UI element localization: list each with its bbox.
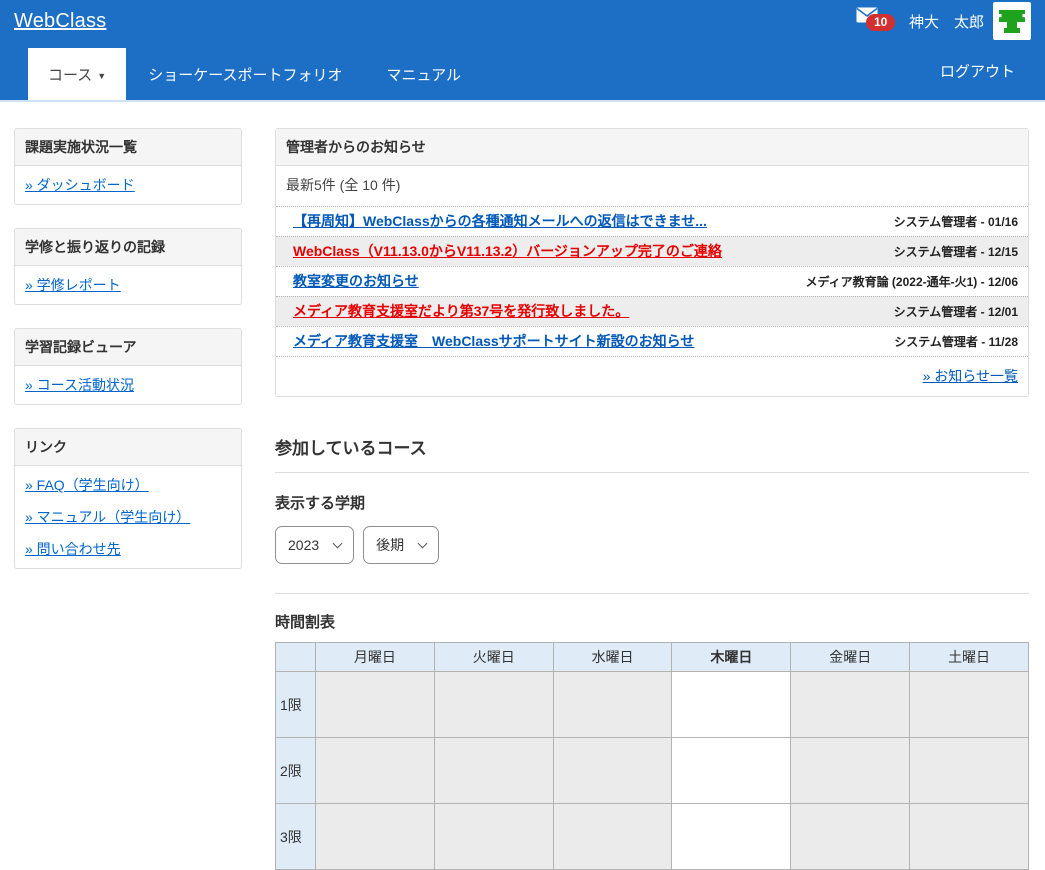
timetable-day-wednesday: 水曜日: [553, 643, 672, 672]
announcement-link[interactable]: 【再周知】WebClassからの各種通知メールへの返信はできませ...: [286, 212, 707, 231]
timetable-row-period3: 3限: [276, 804, 1029, 870]
timetable-row-period2: 2限: [276, 738, 1029, 804]
sidebar-section-title: 学修と振り返りの記録: [15, 229, 241, 266]
sidebar-link-study-report[interactable]: » 学修レポート: [15, 269, 241, 301]
timetable-cell: [553, 738, 672, 804]
notifications-button[interactable]: 10: [856, 5, 900, 37]
tab-showcase-portfolio[interactable]: ショーケースポートフォリオ: [126, 48, 364, 100]
timetable-cell: [553, 672, 672, 738]
announcement-row: WebClass（V11.13.0からV11.13.2）バージョンアップ完了のご…: [276, 236, 1028, 266]
top-header: WebClass 10 神大 太郎: [0, 0, 1045, 42]
timetable: 月曜日 火曜日 水曜日 木曜日 金曜日 土曜日 1限: [275, 642, 1029, 870]
divider: [275, 472, 1029, 473]
timetable-cell: [434, 738, 553, 804]
semester-label: 表示する学期: [275, 492, 1029, 513]
logout-link[interactable]: ログアウト: [940, 61, 1015, 82]
announcement-row: 教室変更のお知らせ メディア教育論 (2022-通年-火1)12/06: [276, 266, 1028, 296]
announcement-meta: メディア教育論 (2022-通年-火1)12/06: [793, 273, 1018, 290]
page-content: 課題実施状況一覧 » ダッシュボード 学修と振り返りの記録 » 学修レポート 学…: [0, 102, 1045, 870]
announcement-link[interactable]: メディア教育支援室 WebClassサポートサイト新設のお知らせ: [286, 332, 694, 351]
timetable-cell-today: [672, 804, 791, 870]
sidebar-section-title: 学習記録ビューア: [15, 329, 241, 366]
announcements-list-link[interactable]: » お知らせ一覧: [923, 368, 1018, 384]
chevron-down-icon: ▼: [97, 71, 106, 81]
timetable-day-saturday: 土曜日: [910, 643, 1029, 672]
sidebar-link-dashboard[interactable]: » ダッシュボード: [15, 169, 241, 201]
timetable-cell: [791, 804, 910, 870]
sidebar-section-title: 課題実施状況一覧: [15, 129, 241, 166]
timetable-day-friday: 金曜日: [791, 643, 910, 672]
period-label: 3限: [276, 804, 316, 870]
tab-course[interactable]: コース ▼: [28, 48, 126, 100]
timetable-cell: [434, 804, 553, 870]
announcement-link[interactable]: WebClass（V11.13.0からV11.13.2）バージョンアップ完了のご…: [286, 242, 722, 261]
sidebar-section-links: リンク » FAQ（学生向け） » マニュアル（学生向け） » 問い合わせ先: [14, 428, 242, 569]
sidebar-link-faq[interactable]: » FAQ（学生向け）: [15, 469, 241, 501]
timetable-day-thursday-today: 木曜日: [672, 643, 791, 672]
timetable-cell: [316, 672, 435, 738]
main-column: 管理者からのお知らせ 最新5件 (全 10 件) 【再周知】WebClassから…: [275, 128, 1029, 870]
announcements-footer: » お知らせ一覧: [276, 356, 1028, 396]
announcement-meta: システム管理者12/01: [882, 303, 1018, 320]
tab-manual[interactable]: マニュアル: [364, 48, 483, 100]
sidebar-link-contact[interactable]: » 問い合わせ先: [15, 533, 241, 565]
announcement-row: メディア教育支援室だより第37号を発行致しました。 システム管理者12/01: [276, 296, 1028, 326]
avatar[interactable]: [993, 2, 1031, 40]
notification-badge: 10: [866, 14, 895, 31]
sidebar-section-log-viewer: 学習記録ビューア » コース活動状況: [14, 328, 242, 405]
header-user-area: 10 神大 太郎: [856, 2, 1031, 40]
sidebar-section-title: リンク: [15, 429, 241, 466]
timetable-cell: [316, 804, 435, 870]
timetable-row-period1: 1限: [276, 672, 1029, 738]
announcement-row: メディア教育支援室 WebClassサポートサイト新設のお知らせ システム管理者…: [276, 326, 1028, 356]
sidebar-section-study-record: 学修と振り返りの記録 » 学修レポート: [14, 228, 242, 305]
timetable-cell: [791, 672, 910, 738]
timetable-cell: [910, 738, 1029, 804]
period-label: 1限: [276, 672, 316, 738]
timetable-day-tuesday: 火曜日: [434, 643, 553, 672]
timetable-cell: [791, 738, 910, 804]
webclass-logo[interactable]: WebClass: [14, 10, 106, 33]
chevron-down-icon: [418, 538, 428, 548]
announcement-row: 【再周知】WebClassからの各種通知メールへの返信はできませ... システム…: [276, 206, 1028, 236]
period-label: 2限: [276, 738, 316, 804]
timetable-cell-today: [672, 738, 791, 804]
year-select-value: 2023: [288, 537, 319, 553]
avatar-icon: [994, 3, 1030, 39]
tab-course-label: コース: [48, 64, 92, 85]
timetable-day-monday: 月曜日: [316, 643, 435, 672]
announcement-meta: システム管理者01/16: [882, 213, 1018, 230]
timetable-cell-today: [672, 672, 791, 738]
year-select[interactable]: 2023: [275, 526, 354, 564]
timetable-cell: [553, 804, 672, 870]
timetable-cell: [910, 804, 1029, 870]
timetable-header-row: 月曜日 火曜日 水曜日 木曜日 金曜日 土曜日: [276, 643, 1029, 672]
term-select-value: 後期: [376, 535, 404, 555]
chevron-down-icon: [333, 538, 343, 548]
announcements-title: 管理者からのお知らせ: [276, 129, 1028, 166]
semester-selects: 2023 後期: [275, 526, 1029, 564]
term-select[interactable]: 後期: [363, 526, 439, 564]
announcements-summary: 最新5件 (全 10 件): [276, 166, 1028, 206]
sidebar-link-course-activity[interactable]: » コース活動状況: [15, 369, 241, 401]
participating-courses-title: 参加しているコース: [275, 434, 1029, 459]
announcement-meta: システム管理者12/15: [882, 243, 1018, 260]
announcement-meta: システム管理者11/28: [882, 333, 1018, 350]
announcement-link[interactable]: メディア教育支援室だより第37号を発行致しました。: [286, 302, 629, 321]
sidebar-link-manual[interactable]: » マニュアル（学生向け）: [15, 501, 241, 533]
timetable-cell: [316, 738, 435, 804]
user-name[interactable]: 神大 太郎: [909, 11, 984, 32]
divider: [275, 593, 1029, 594]
timetable-corner-cell: [276, 643, 316, 672]
sidebar: 課題実施状況一覧 » ダッシュボード 学修と振り返りの記録 » 学修レポート 学…: [14, 128, 242, 592]
timetable-title: 時間割表: [275, 611, 1029, 632]
announcements-panel: 管理者からのお知らせ 最新5件 (全 10 件) 【再周知】WebClassから…: [275, 128, 1029, 397]
announcement-link[interactable]: 教室変更のお知らせ: [286, 272, 419, 291]
timetable-cell: [434, 672, 553, 738]
main-nav: コース ▼ ショーケースポートフォリオ マニュアル ログアウト: [0, 42, 1045, 102]
sidebar-section-assignments: 課題実施状況一覧 » ダッシュボード: [14, 128, 242, 205]
timetable-cell: [910, 672, 1029, 738]
